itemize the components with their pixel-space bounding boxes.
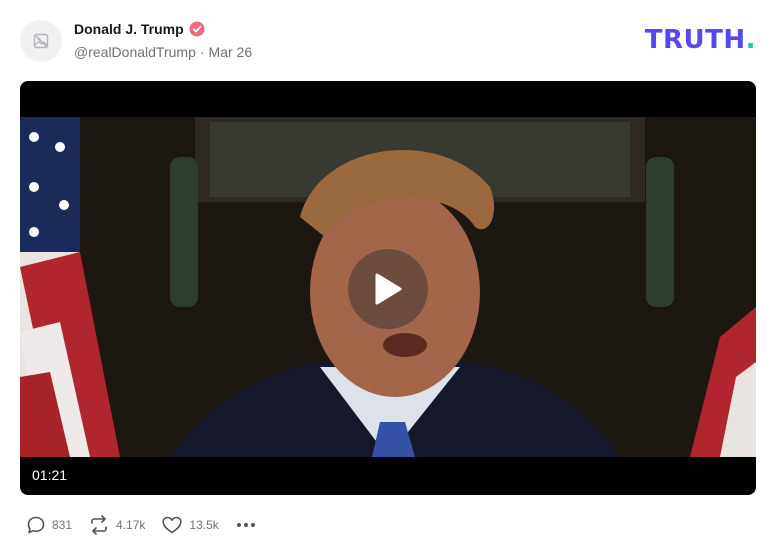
retruth-count: 4.17k xyxy=(116,518,146,532)
reply-count: 831 xyxy=(52,518,73,532)
author-name[interactable]: Donald J. Trump xyxy=(74,21,184,37)
play-icon xyxy=(375,273,402,305)
like-icon xyxy=(162,516,182,534)
post-date[interactable]: Mar 26 xyxy=(209,44,253,60)
play-button[interactable] xyxy=(348,249,428,329)
retruth-icon xyxy=(91,515,107,535)
more-icon[interactable] xyxy=(235,523,257,527)
author-row: Donald J. Trump xyxy=(74,21,205,37)
meta-separator: · xyxy=(199,44,205,60)
retruth-button[interactable]: 4.17k xyxy=(88,515,145,535)
reply-button[interactable]: 831 xyxy=(26,515,72,535)
avatar[interactable] xyxy=(20,20,62,62)
video-duration: 01:21 xyxy=(32,467,68,483)
image-placeholder-icon xyxy=(33,33,49,49)
reply-icon xyxy=(27,516,45,534)
video-player[interactable]: 01:21 xyxy=(20,81,756,495)
logo-dot: . xyxy=(745,25,756,55)
logo-text: TRUTH xyxy=(644,25,746,55)
like-button[interactable]: 13.5k xyxy=(161,515,219,535)
more-dot xyxy=(236,523,241,527)
more-dot xyxy=(250,523,255,527)
post-header: Donald J. Trump @realDonaldTrump · Mar 2… xyxy=(20,18,757,68)
truth-logo[interactable]: TRUTH. xyxy=(645,25,756,55)
post-meta: @realDonaldTrump · Mar 26 xyxy=(74,44,252,60)
more-dot xyxy=(243,523,248,527)
post-actions: 831 4.17k 13.5k xyxy=(26,515,257,535)
like-count: 13.5k xyxy=(189,518,219,532)
verified-icon xyxy=(189,21,205,37)
author-handle[interactable]: @realDonaldTrump xyxy=(74,44,196,60)
